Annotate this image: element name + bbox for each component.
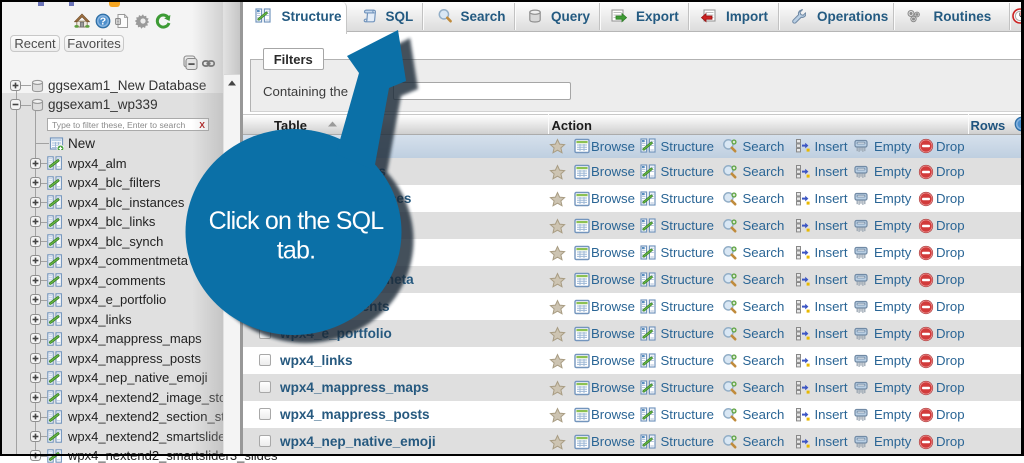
svg-text:?: ? [99,16,105,28]
